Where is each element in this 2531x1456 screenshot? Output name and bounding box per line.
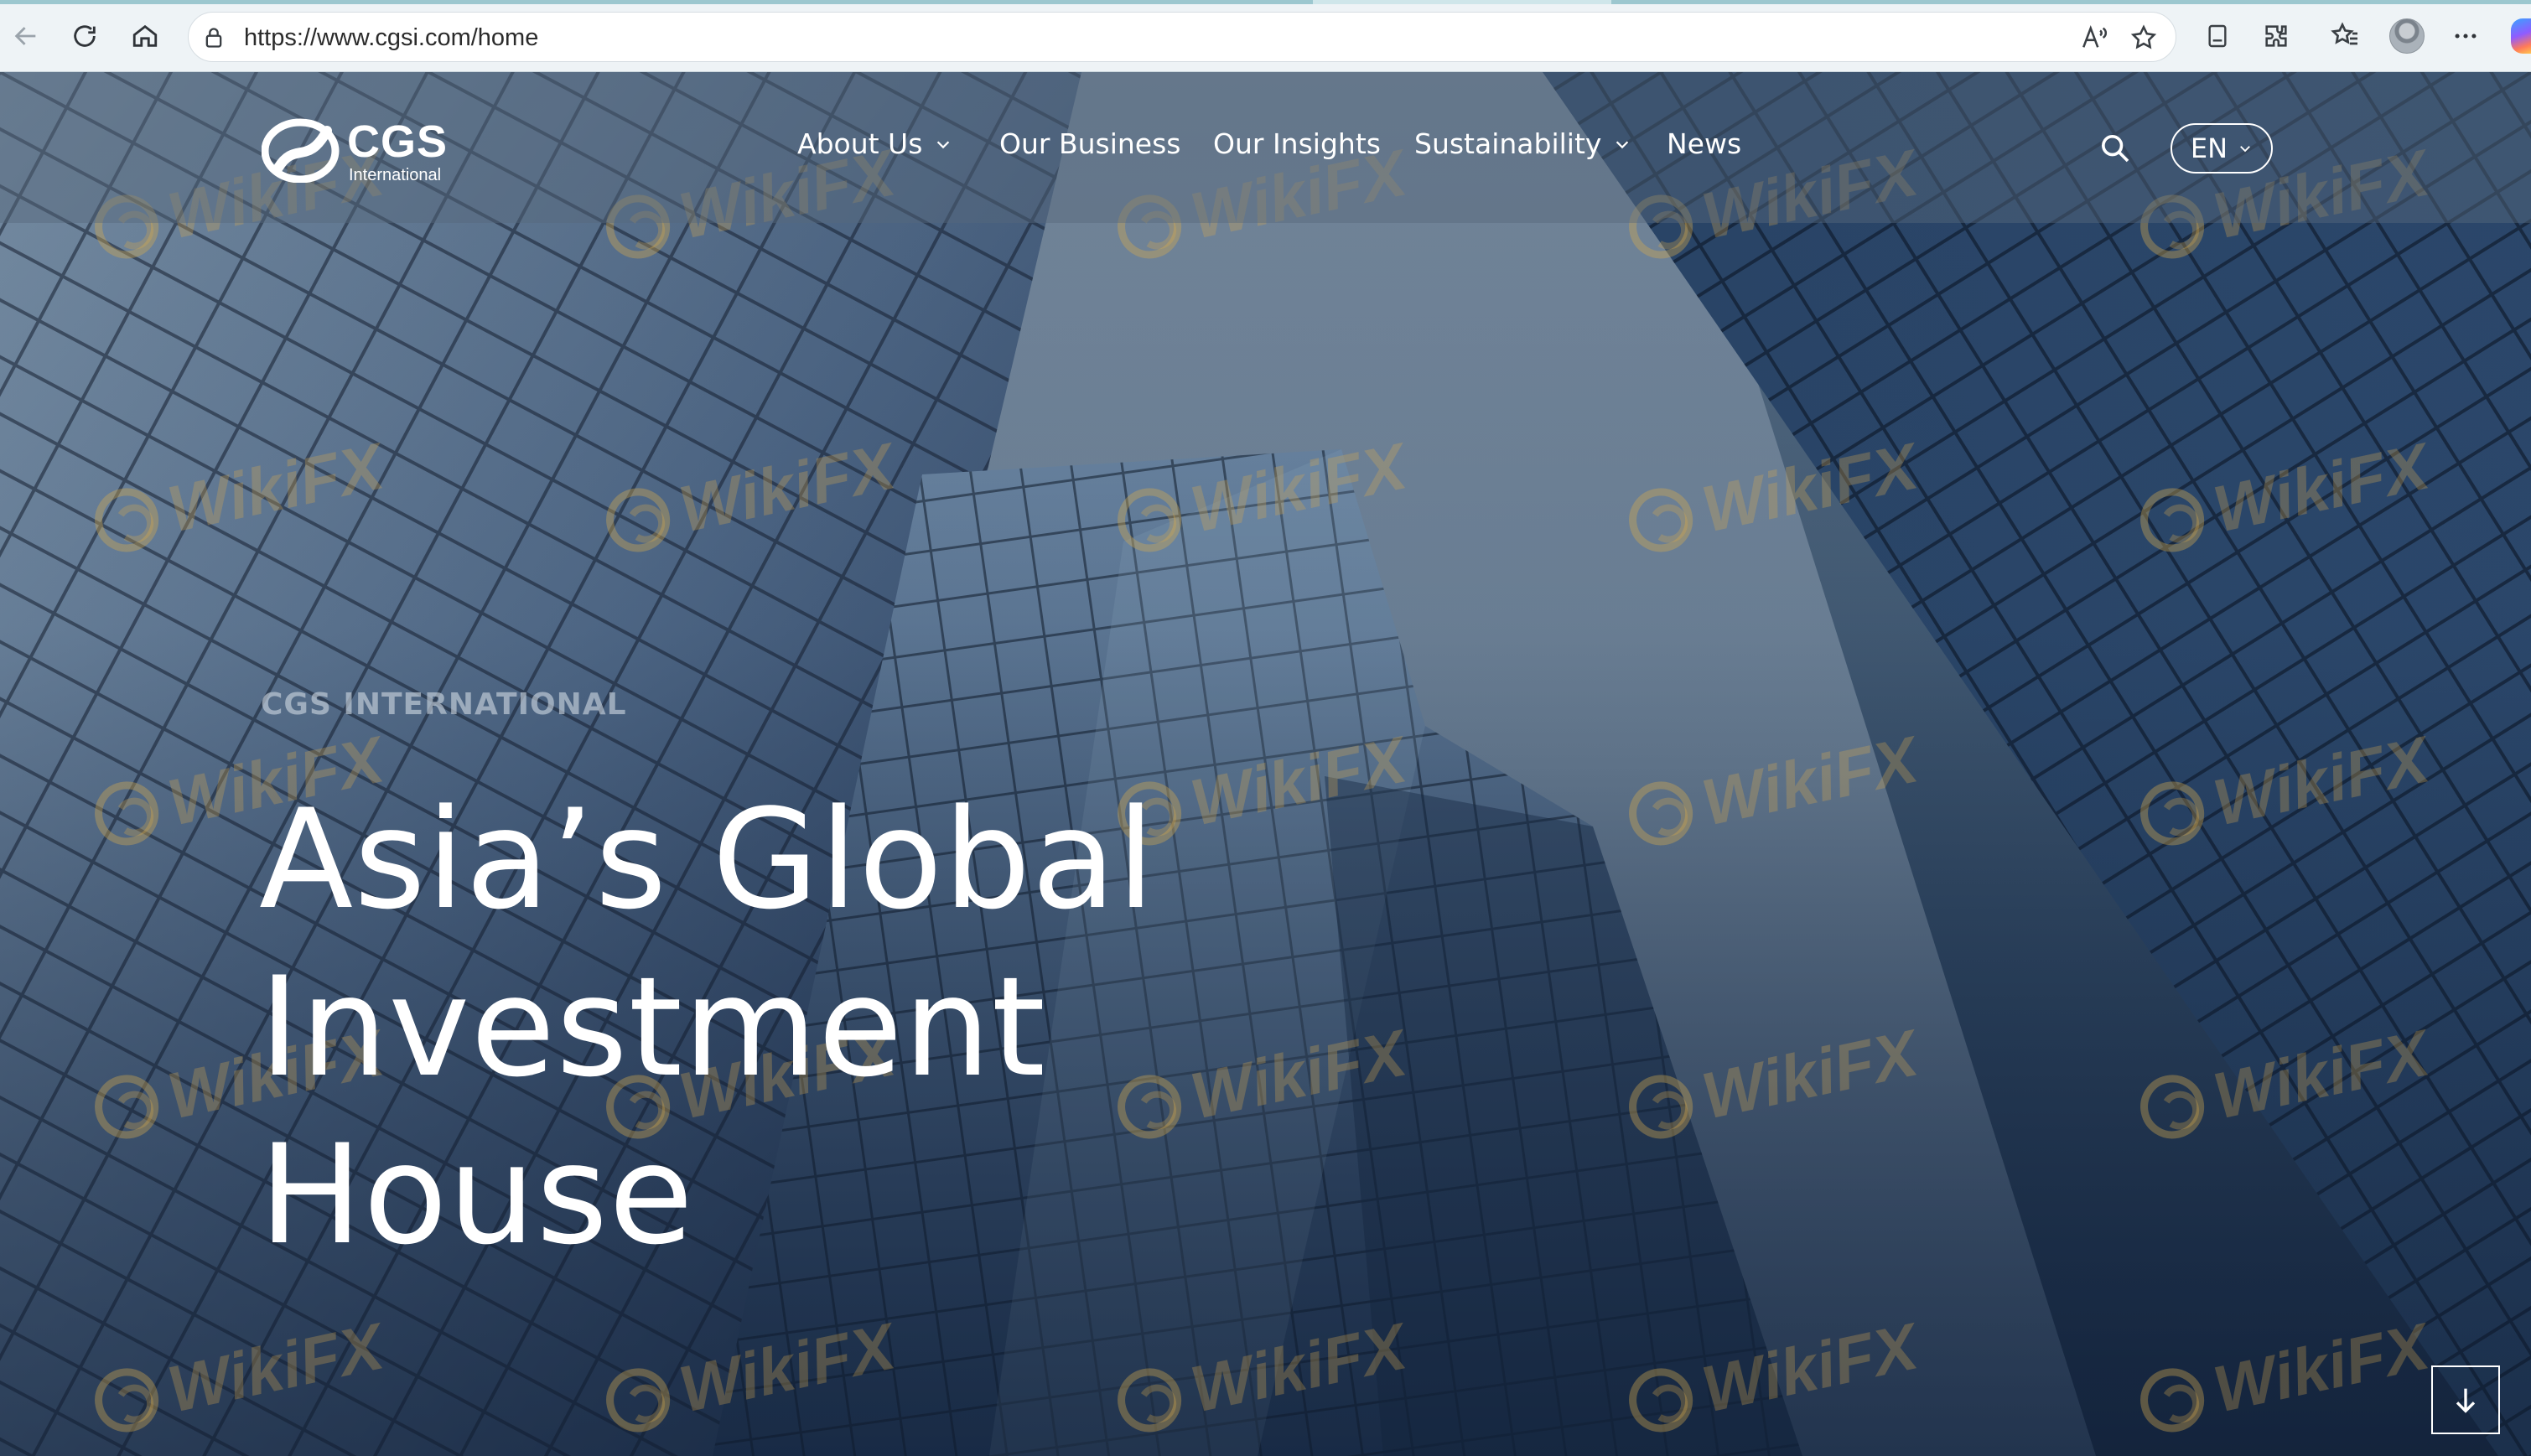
nav-label: Our Insights bbox=[1213, 127, 1381, 160]
profile-avatar bbox=[2389, 18, 2425, 54]
nav-sustainability[interactable]: Sustainability bbox=[1414, 127, 1631, 160]
site-header: CGS International About Us Our Business … bbox=[0, 72, 2531, 223]
favorites-button[interactable] bbox=[2324, 15, 2366, 57]
watermark-logo-icon bbox=[2134, 1361, 2211, 1438]
watermark-logo-icon bbox=[2134, 1068, 2211, 1144]
scroll-down-button[interactable] bbox=[2431, 1365, 2500, 1434]
more-menu-button[interactable] bbox=[2445, 15, 2487, 57]
hero-headline: Asia’s Global Investment House bbox=[259, 776, 1517, 1279]
nav-our-business[interactable]: Our Business bbox=[999, 127, 1180, 160]
chevron-down-icon bbox=[937, 140, 950, 148]
search-button[interactable] bbox=[2096, 129, 2134, 168]
url-text[interactable]: https://www.cgsi.com/home bbox=[244, 24, 538, 52]
tab-strip bbox=[0, 0, 2531, 4]
logo-subtitle: International bbox=[349, 166, 442, 184]
nav-our-insights[interactable]: Our Insights bbox=[1213, 127, 1381, 160]
chevron-down-icon bbox=[2240, 146, 2250, 153]
read-aloud-icon[interactable] bbox=[2077, 21, 2111, 54]
refresh-button[interactable] bbox=[64, 15, 106, 57]
logo-wordmark: CGS bbox=[347, 117, 449, 167]
hero-eyebrow: CGS INTERNATIONAL bbox=[261, 687, 627, 722]
extensions-icon bbox=[2265, 25, 2287, 47]
watermark-logo-icon bbox=[2134, 775, 2211, 851]
refresh-icon bbox=[74, 25, 96, 47]
more-menu-icon bbox=[2455, 34, 2477, 39]
watermark-logo-icon bbox=[1622, 1068, 1699, 1144]
favorites-icon bbox=[2331, 22, 2357, 45]
hero-headline-line1: Asia’s Global bbox=[259, 780, 1156, 940]
hero-headline-line2: Investment House bbox=[259, 947, 1046, 1275]
hero-section: WikiFX WikiFX WikiFX WikiFX WikiFX WikiF… bbox=[0, 72, 2531, 1456]
cgs-logo[interactable]: CGS International bbox=[262, 116, 454, 184]
home-button[interactable] bbox=[124, 15, 166, 57]
profile-button[interactable] bbox=[2386, 15, 2428, 57]
nav-label: News bbox=[1667, 127, 1742, 160]
copilot-icon[interactable] bbox=[2511, 18, 2531, 54]
nav-news[interactable]: News bbox=[1667, 127, 1741, 160]
extensions-button[interactable] bbox=[2255, 15, 2297, 57]
address-bar[interactable]: https://www.cgsi.com/home bbox=[188, 12, 2176, 62]
home-icon bbox=[132, 24, 158, 47]
watermark-logo-icon bbox=[88, 1068, 165, 1144]
arrow-down-icon bbox=[2456, 1388, 2476, 1413]
language-label: EN bbox=[2190, 132, 2228, 164]
nav-label: Sustainability bbox=[1414, 127, 1602, 160]
watermark-logo-icon bbox=[1622, 481, 1699, 557]
browser-toolbar: https://www.cgsi.com/home bbox=[0, 0, 2531, 72]
nav-about-us[interactable]: About Us bbox=[797, 127, 952, 160]
watermark-logo-icon bbox=[1622, 775, 1699, 851]
reading-view-icon bbox=[2208, 24, 2227, 48]
watermark-logo-icon bbox=[599, 481, 677, 557]
chevron-down-icon bbox=[1616, 140, 1629, 148]
watermark-logo-icon bbox=[2134, 481, 2211, 557]
nav-label: About Us bbox=[797, 127, 923, 160]
watermark-logo-icon bbox=[1111, 1361, 1188, 1438]
watermark-logo-icon bbox=[88, 1361, 165, 1438]
language-selector[interactable]: EN bbox=[2171, 123, 2273, 174]
back-arrow-icon bbox=[14, 27, 36, 45]
lock-icon[interactable] bbox=[197, 21, 231, 54]
nav-label: Our Business bbox=[999, 127, 1181, 160]
watermark-logo-icon bbox=[88, 481, 165, 557]
watermark-logo-icon bbox=[599, 1361, 677, 1438]
back-button[interactable] bbox=[5, 15, 47, 57]
watermark-logo-icon bbox=[1111, 481, 1188, 557]
watermark-logo-icon bbox=[88, 775, 165, 851]
watermark-logo-icon bbox=[1622, 1361, 1699, 1438]
reading-view-button[interactable] bbox=[2196, 15, 2238, 57]
favorite-star-icon[interactable] bbox=[2127, 21, 2160, 54]
search-icon bbox=[2102, 135, 2129, 163]
cgs-logo-icon bbox=[262, 118, 340, 183]
